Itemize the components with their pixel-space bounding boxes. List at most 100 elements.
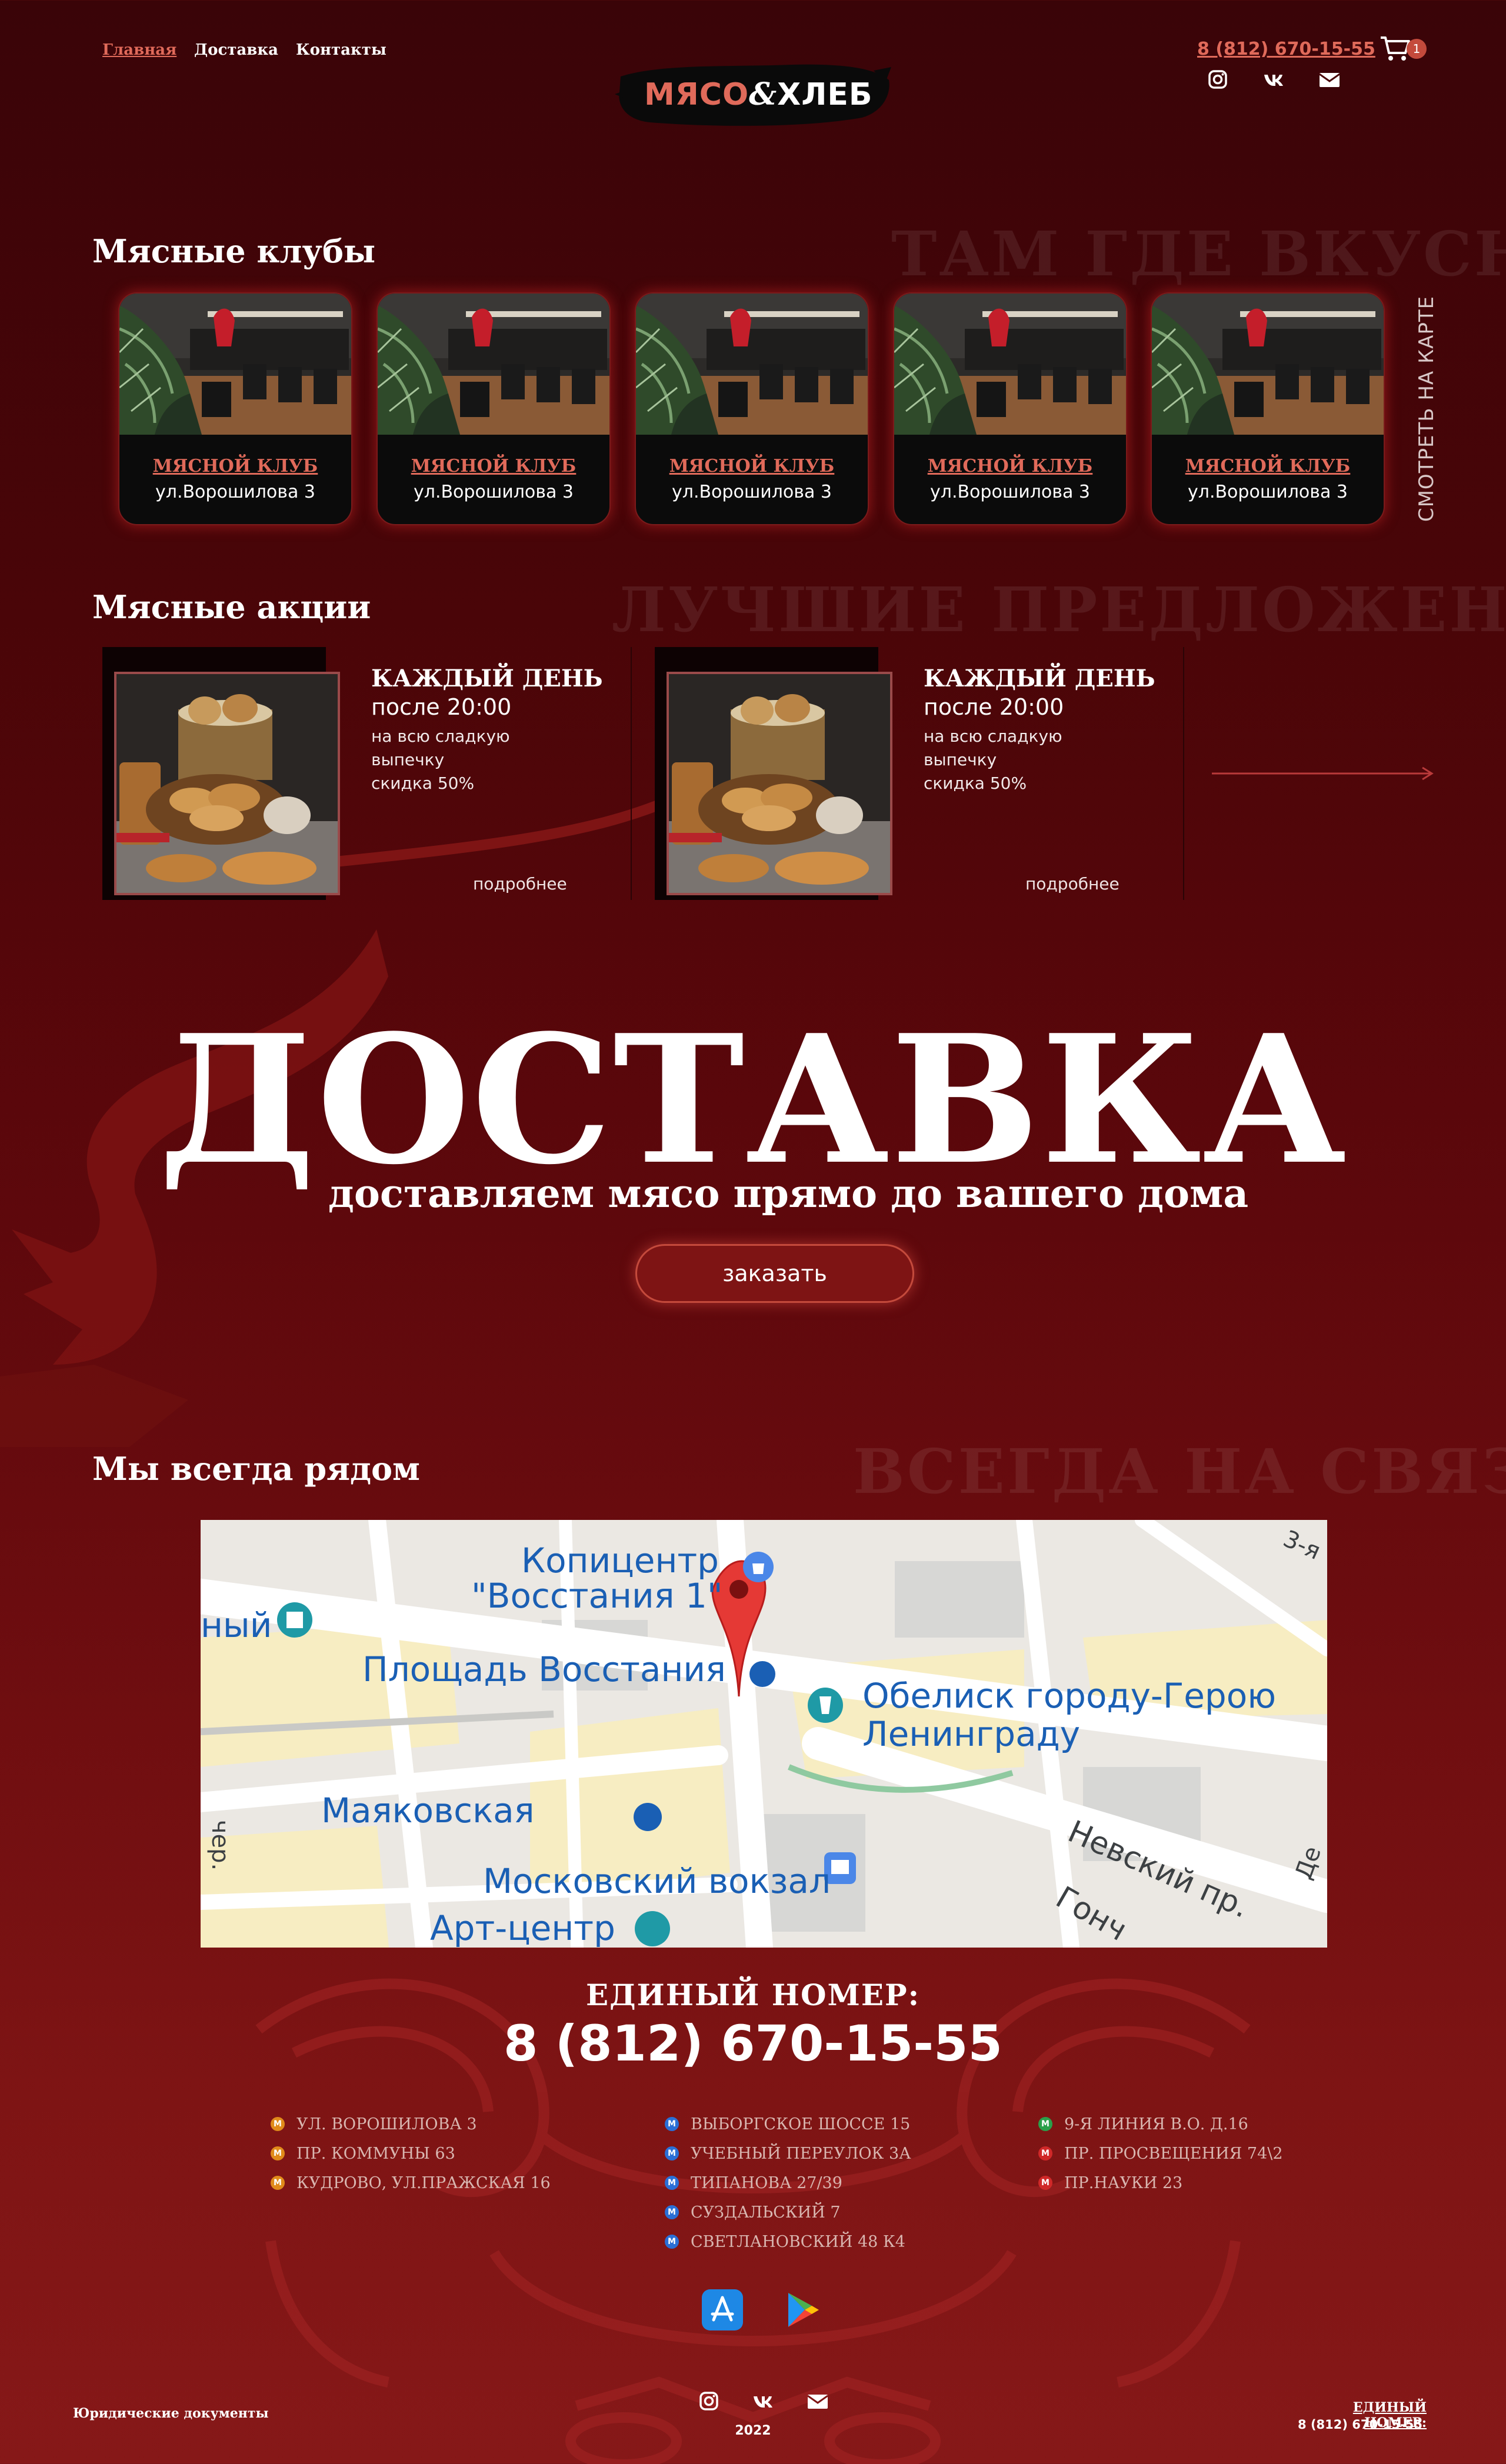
map-label-art-center: Арт-центр	[430, 1908, 615, 1948]
promos-bg-title: ЛУЧШИЕ ПРЕДЛОЖЕНИЯ	[612, 574, 1506, 646]
club-photo	[894, 294, 1126, 435]
pastry-photo	[669, 674, 890, 893]
club-address: ул.Ворошилова 3	[930, 482, 1090, 502]
map-label-cut-left: ный	[201, 1605, 272, 1645]
promo-card: КАЖДЫЙ ДЕНЬ после 20:00 на всю сладкую в…	[655, 647, 1184, 900]
metro-icon: M	[1038, 2176, 1052, 2190]
club-name[interactable]: МЯСНОЙ КЛУБ	[378, 456, 609, 476]
address-item[interactable]: M УЛ. ВОРОШИЛОВА 3	[271, 2109, 551, 2139]
address-item[interactable]: M ПР.НАУКИ 23	[1038, 2168, 1283, 2198]
location-map[interactable]: Копицентр "Восстания 1" Площадь Восстани…	[201, 1520, 1327, 1948]
promos-next-arrow[interactable]	[1212, 765, 1435, 782]
metro-icon: M	[665, 2146, 679, 2160]
map-label-square: Площадь Восстания	[362, 1649, 726, 1689]
metro-icon: M	[1038, 2146, 1052, 2160]
address-item[interactable]: M СВЕТЛАНОВСКИЙ 48 К4	[665, 2227, 911, 2256]
addresses-column-3: M 9-Я ЛИНИЯ В.О. Д.16 M ПР. ПРОСВЕЩЕНИЯ 74\…	[1038, 2109, 1283, 2198]
metro-icon: M	[665, 2117, 679, 2131]
promo-line: выпечку	[924, 750, 997, 769]
addresses-column-1: M УЛ. ВОРОШИЛОВА 3 M ПР. КОММУНЫ 63 M КУДРОВО…	[271, 2109, 551, 2198]
nav-delivery[interactable]: Доставка	[194, 41, 278, 59]
map-label-copy-center: Копицентр	[521, 1541, 719, 1581]
address-text: 9-Я ЛИНИЯ В.О. Д.16	[1064, 2115, 1248, 2133]
promo-more-link[interactable]: подробнее	[473, 874, 567, 893]
vk-icon[interactable]	[1262, 68, 1285, 91]
club-address: ул.Ворошилова 3	[414, 482, 574, 502]
address-text: ПР. ПРОСВЕЩЕНИЯ 74\2	[1064, 2144, 1283, 2163]
legal-documents-link[interactable]: Юридические документы	[73, 2406, 269, 2421]
club-photo	[636, 294, 868, 435]
club-photo	[119, 294, 351, 435]
metro-icon: M	[665, 2176, 679, 2190]
club-card[interactable]: МЯСНОЙ КЛУБ ул.Ворошилова 3	[635, 292, 869, 525]
logo[interactable]: МЯСО&ХЛЕБ	[615, 59, 891, 129]
cart-icon	[1381, 36, 1410, 61]
address-text: ТИПАНОВА 27/39	[691, 2173, 842, 2192]
club-name[interactable]: МЯСНОЙ КЛУБ	[636, 456, 868, 476]
promo-line: на всю сладкую	[371, 726, 510, 746]
pastry-photo	[116, 674, 338, 893]
view-on-map-label: СМОТРЕТЬ НА КАРТЕ	[1415, 295, 1438, 522]
instagram-icon[interactable]	[1206, 68, 1230, 91]
club-interior-photo	[894, 294, 1126, 435]
address-item[interactable]: M ВЫБОРГСКОЕ ШОССЕ 15	[665, 2109, 911, 2139]
logo-text-bread: ХЛЕБ	[777, 77, 873, 112]
club-photo	[1152, 294, 1384, 435]
promo-time: после 20:00	[924, 694, 1064, 720]
footer-phone[interactable]: 8 (812) 670-15-55	[1294, 2418, 1422, 2432]
promo-time: после 20:00	[371, 694, 512, 720]
map-label-obelisk: Обелиск городу-Герою	[862, 1676, 1277, 1716]
promo-description: на всю сладкую выпечку скидка 50%	[371, 725, 548, 795]
nav-contacts[interactable]: Контакты	[296, 41, 387, 59]
club-name[interactable]: МЯСНОЙ КЛУБ	[119, 456, 351, 476]
address-item[interactable]: M СУЗДАЛЬСКИЙ 7	[665, 2198, 911, 2227]
map-label-copy-center-name: "Восстания 1"	[471, 1576, 723, 1616]
promos-title: Мясные акции	[92, 588, 371, 626]
footer-year: 2022	[735, 2423, 771, 2438]
delivery-subtitle: доставляем мясо прямо до вашего дома	[328, 1171, 1249, 1216]
delivery-headline: ДОСТАВКА	[158, 996, 1348, 1203]
view-on-map-link[interactable]: СМОТРЕТЬ НА КАРТЕ	[1409, 294, 1444, 524]
unified-phone[interactable]: 8 (812) 670-15-55	[0, 2015, 1506, 2072]
address-item[interactable]: M КУДРОВО, УЛ.ПРАЖСКАЯ 16	[271, 2168, 551, 2198]
google-play-icon[interactable]	[781, 2289, 822, 2330]
promo-image	[114, 672, 340, 895]
app-store-icon[interactable]	[702, 2289, 743, 2330]
mail-icon[interactable]	[1318, 68, 1341, 91]
order-button[interactable]: заказать	[635, 1244, 914, 1303]
promo-more-link[interactable]: подробнее	[1025, 874, 1119, 893]
club-card[interactable]: МЯСНОЙ КЛУБ ул.Ворошилова 3	[376, 292, 611, 525]
instagram-icon[interactable]	[697, 2389, 721, 2413]
mail-icon[interactable]	[806, 2389, 829, 2413]
header-phone-link[interactable]: 8 (812) 670-15-55	[1197, 39, 1375, 59]
address-item[interactable]: M ПР. КОММУНЫ 63	[271, 2139, 551, 2168]
addresses-column-2: M ВЫБОРГСКОЕ ШОССЕ 15 M УЧЕБНЫЙ ПЕРЕУЛОК 3А…	[665, 2109, 911, 2256]
address-item[interactable]: M 9-Я ЛИНИЯ В.О. Д.16	[1038, 2109, 1283, 2139]
metro-icon: M	[665, 2235, 679, 2249]
address-text: УЛ. ВОРОШИЛОВА 3	[296, 2115, 477, 2133]
vk-icon[interactable]	[751, 2389, 775, 2413]
address-item[interactable]: M ПР. ПРОСВЕЩЕНИЯ 74\2	[1038, 2139, 1283, 2168]
club-name[interactable]: МЯСНОЙ КЛУБ	[894, 456, 1126, 476]
address-item[interactable]: M УЧЕБНЫЙ ПЕРЕУЛОК 3А	[665, 2139, 911, 2168]
map-label-moskovsky: Московский вокзал	[483, 1861, 831, 1901]
cart-button[interactable]: 1	[1380, 35, 1427, 65]
metro-icon: M	[271, 2176, 285, 2190]
club-address: ул.Ворошилова 3	[672, 482, 832, 502]
club-card[interactable]: МЯСНОЙ КЛУБ ул.Ворошилова 3	[1151, 292, 1385, 525]
club-name[interactable]: МЯСНОЙ КЛУБ	[1152, 456, 1384, 476]
address-text: СУЗДАЛЬСКИЙ 7	[691, 2203, 841, 2222]
logo-ampersand: &	[749, 76, 778, 112]
club-card[interactable]: МЯСНОЙ КЛУБ ул.Ворошилова 3	[893, 292, 1127, 525]
address-text: ВЫБОРГСКОЕ ШОССЕ 15	[691, 2115, 911, 2133]
metro-icon: M	[271, 2146, 285, 2160]
promo-divider	[631, 647, 632, 900]
club-card[interactable]: МЯСНОЙ КЛУБ ул.Ворошилова 3	[118, 292, 352, 525]
map-label-obelisk-2: Ленинграду	[862, 1714, 1081, 1754]
address-text: ПР.НАУКИ 23	[1064, 2173, 1183, 2192]
address-item[interactable]: M ТИПАНОВА 27/39	[665, 2168, 911, 2198]
promo-title: КАЖДЫЙ ДЕНЬ	[371, 665, 603, 692]
address-text: ПР. КОММУНЫ 63	[296, 2144, 455, 2163]
nav-home[interactable]: Главная	[102, 41, 176, 59]
promo-title: КАЖДЫЙ ДЕНЬ	[924, 665, 1155, 692]
